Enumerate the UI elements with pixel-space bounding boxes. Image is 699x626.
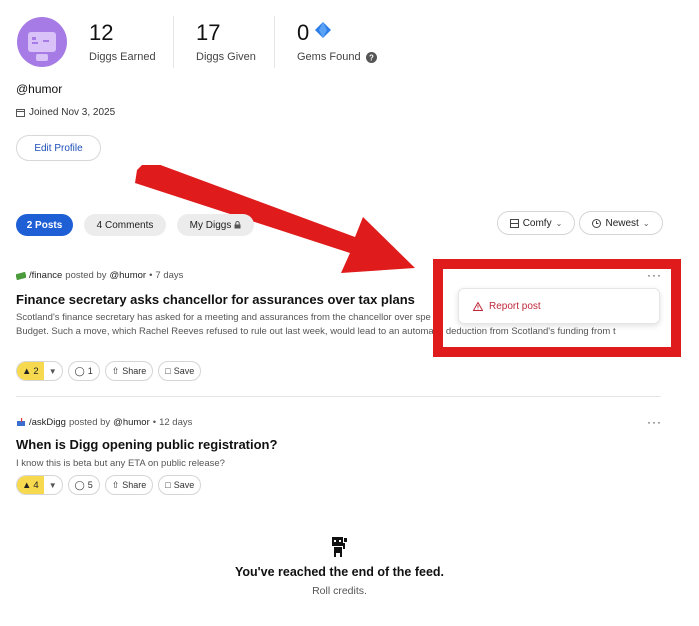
post-age: 12 days: [159, 417, 193, 428]
joined-date: Joined Nov 3, 2025: [16, 107, 115, 118]
diggs-given-count: 17: [196, 20, 221, 45]
post-actions: ▲ 2 ▼ ◯ 1 ⇧ Share □ Save: [16, 361, 202, 381]
bookmark-icon: □: [165, 366, 171, 376]
chevron-down-icon: ⌄: [555, 218, 563, 228]
community-link[interactable]: /finance: [29, 270, 62, 281]
annotation-arrow: [135, 165, 415, 273]
diggs-earned-count: 12: [89, 20, 114, 45]
comment-icon: ◯: [74, 365, 85, 376]
tab-comments[interactable]: 4 Comments: [84, 214, 166, 236]
bookmark-icon: □: [165, 480, 171, 490]
avatar[interactable]: [17, 17, 67, 67]
edit-profile-button[interactable]: Edit Profile: [16, 135, 101, 161]
stat-divider: [274, 16, 275, 68]
post-age: 7 days: [155, 270, 184, 281]
svg-text:?: ?: [369, 54, 374, 63]
density-label: Comfy: [522, 217, 552, 229]
share-icon: ⇧: [111, 365, 120, 376]
share-button[interactable]: ⇧ Share: [104, 361, 154, 381]
robot-waving-icon: [329, 535, 349, 562]
posted-by-text: posted by: [68, 417, 111, 428]
author-link[interactable]: @humor: [109, 270, 146, 281]
comments-button[interactable]: ◯ 1: [67, 361, 100, 381]
tab-posts[interactable]: 2 Posts: [16, 214, 73, 236]
density-select[interactable]: Comfy ⌄: [497, 211, 575, 235]
author-link[interactable]: @humor: [113, 417, 150, 428]
annotation-highlight-box: [433, 259, 681, 357]
diggs-earned-label: Diggs Earned: [89, 51, 156, 63]
avatar-robot-icon: [28, 32, 56, 61]
save-label: Save: [173, 480, 195, 490]
layout-icon: [509, 218, 519, 228]
gems-found-count: 0: [297, 20, 310, 45]
post-meta: /askDigg posted by @humor • 12 days: [16, 417, 192, 428]
vote-count: 4: [33, 479, 39, 491]
save-label: Save: [173, 366, 195, 376]
comments-button[interactable]: ◯ 5: [67, 475, 100, 495]
save-button[interactable]: □ Save: [158, 475, 202, 495]
calendar-icon: [16, 109, 25, 117]
community-link[interactable]: /askDigg: [29, 417, 66, 428]
sort-select[interactable]: Newest ⌄: [579, 211, 663, 235]
comment-count: 1: [87, 366, 93, 376]
post-divider: [16, 396, 661, 397]
share-label: Share: [122, 366, 147, 376]
mailbox-icon: [17, 418, 25, 426]
post-title[interactable]: Finance secretary asks chancellor for as…: [16, 292, 415, 307]
joined-text: Joined Nov 3, 2025: [29, 107, 116, 118]
comment-count: 5: [87, 480, 93, 490]
share-label: Share: [122, 480, 147, 490]
feed-end-title: You've reached the end of the feed.: [234, 565, 445, 579]
sort-label: Newest: [605, 217, 639, 229]
more-options-icon[interactable]: ···: [647, 415, 662, 429]
tab-my-diggs[interactable]: My Diggs: [177, 214, 254, 236]
upvote-icon: ▲: [22, 479, 32, 491]
post-title[interactable]: When is Digg opening public registration…: [16, 437, 277, 452]
upvote-icon: ▲: [22, 365, 32, 377]
downvote-button[interactable]: ▼: [44, 481, 62, 490]
gems-found-label: Gems Found: [297, 51, 361, 63]
profile-handle: @humor: [16, 82, 63, 96]
post-body: I know this is beta but any ETA on publi…: [16, 458, 225, 469]
vote-control[interactable]: ▲ 2 ▼: [16, 361, 63, 381]
share-icon: ⇧: [111, 479, 120, 490]
downvote-button[interactable]: ▼: [44, 367, 62, 376]
post-meta: /finance posted by @humor • 7 days: [16, 270, 183, 281]
money-icon: [16, 271, 26, 280]
save-button[interactable]: □ Save: [158, 361, 202, 381]
posted-by-text: posted by: [65, 270, 107, 281]
share-button[interactable]: ⇧ Share: [104, 475, 154, 495]
chevron-down-icon: ⌄: [642, 218, 650, 228]
vote-control[interactable]: ▲ 4 ▼: [16, 475, 63, 495]
post-actions: ▲ 4 ▼ ◯ 5 ⇧ Share □ Save: [16, 475, 202, 495]
stat-divider: [173, 16, 174, 68]
meta-separator: •: [152, 417, 157, 428]
post-body: Scotland's finance secretary has asked f…: [16, 312, 431, 323]
tab-my-diggs-label: My Diggs: [189, 219, 232, 231]
diggs-given-label: Diggs Given: [196, 51, 256, 63]
feed-end-subtitle: Roll credits.: [312, 585, 367, 597]
comment-icon: ◯: [74, 479, 85, 490]
upvote-button[interactable]: ▲ 2: [17, 362, 44, 380]
upvote-button[interactable]: ▲ 4: [17, 476, 44, 494]
meta-separator: •: [149, 270, 153, 281]
vote-count: 2: [33, 365, 39, 377]
clock-icon: [592, 218, 602, 228]
lock-icon: [234, 221, 241, 229]
gem-icon: [314, 21, 332, 44]
help-icon[interactable]: ?: [366, 50, 377, 68]
